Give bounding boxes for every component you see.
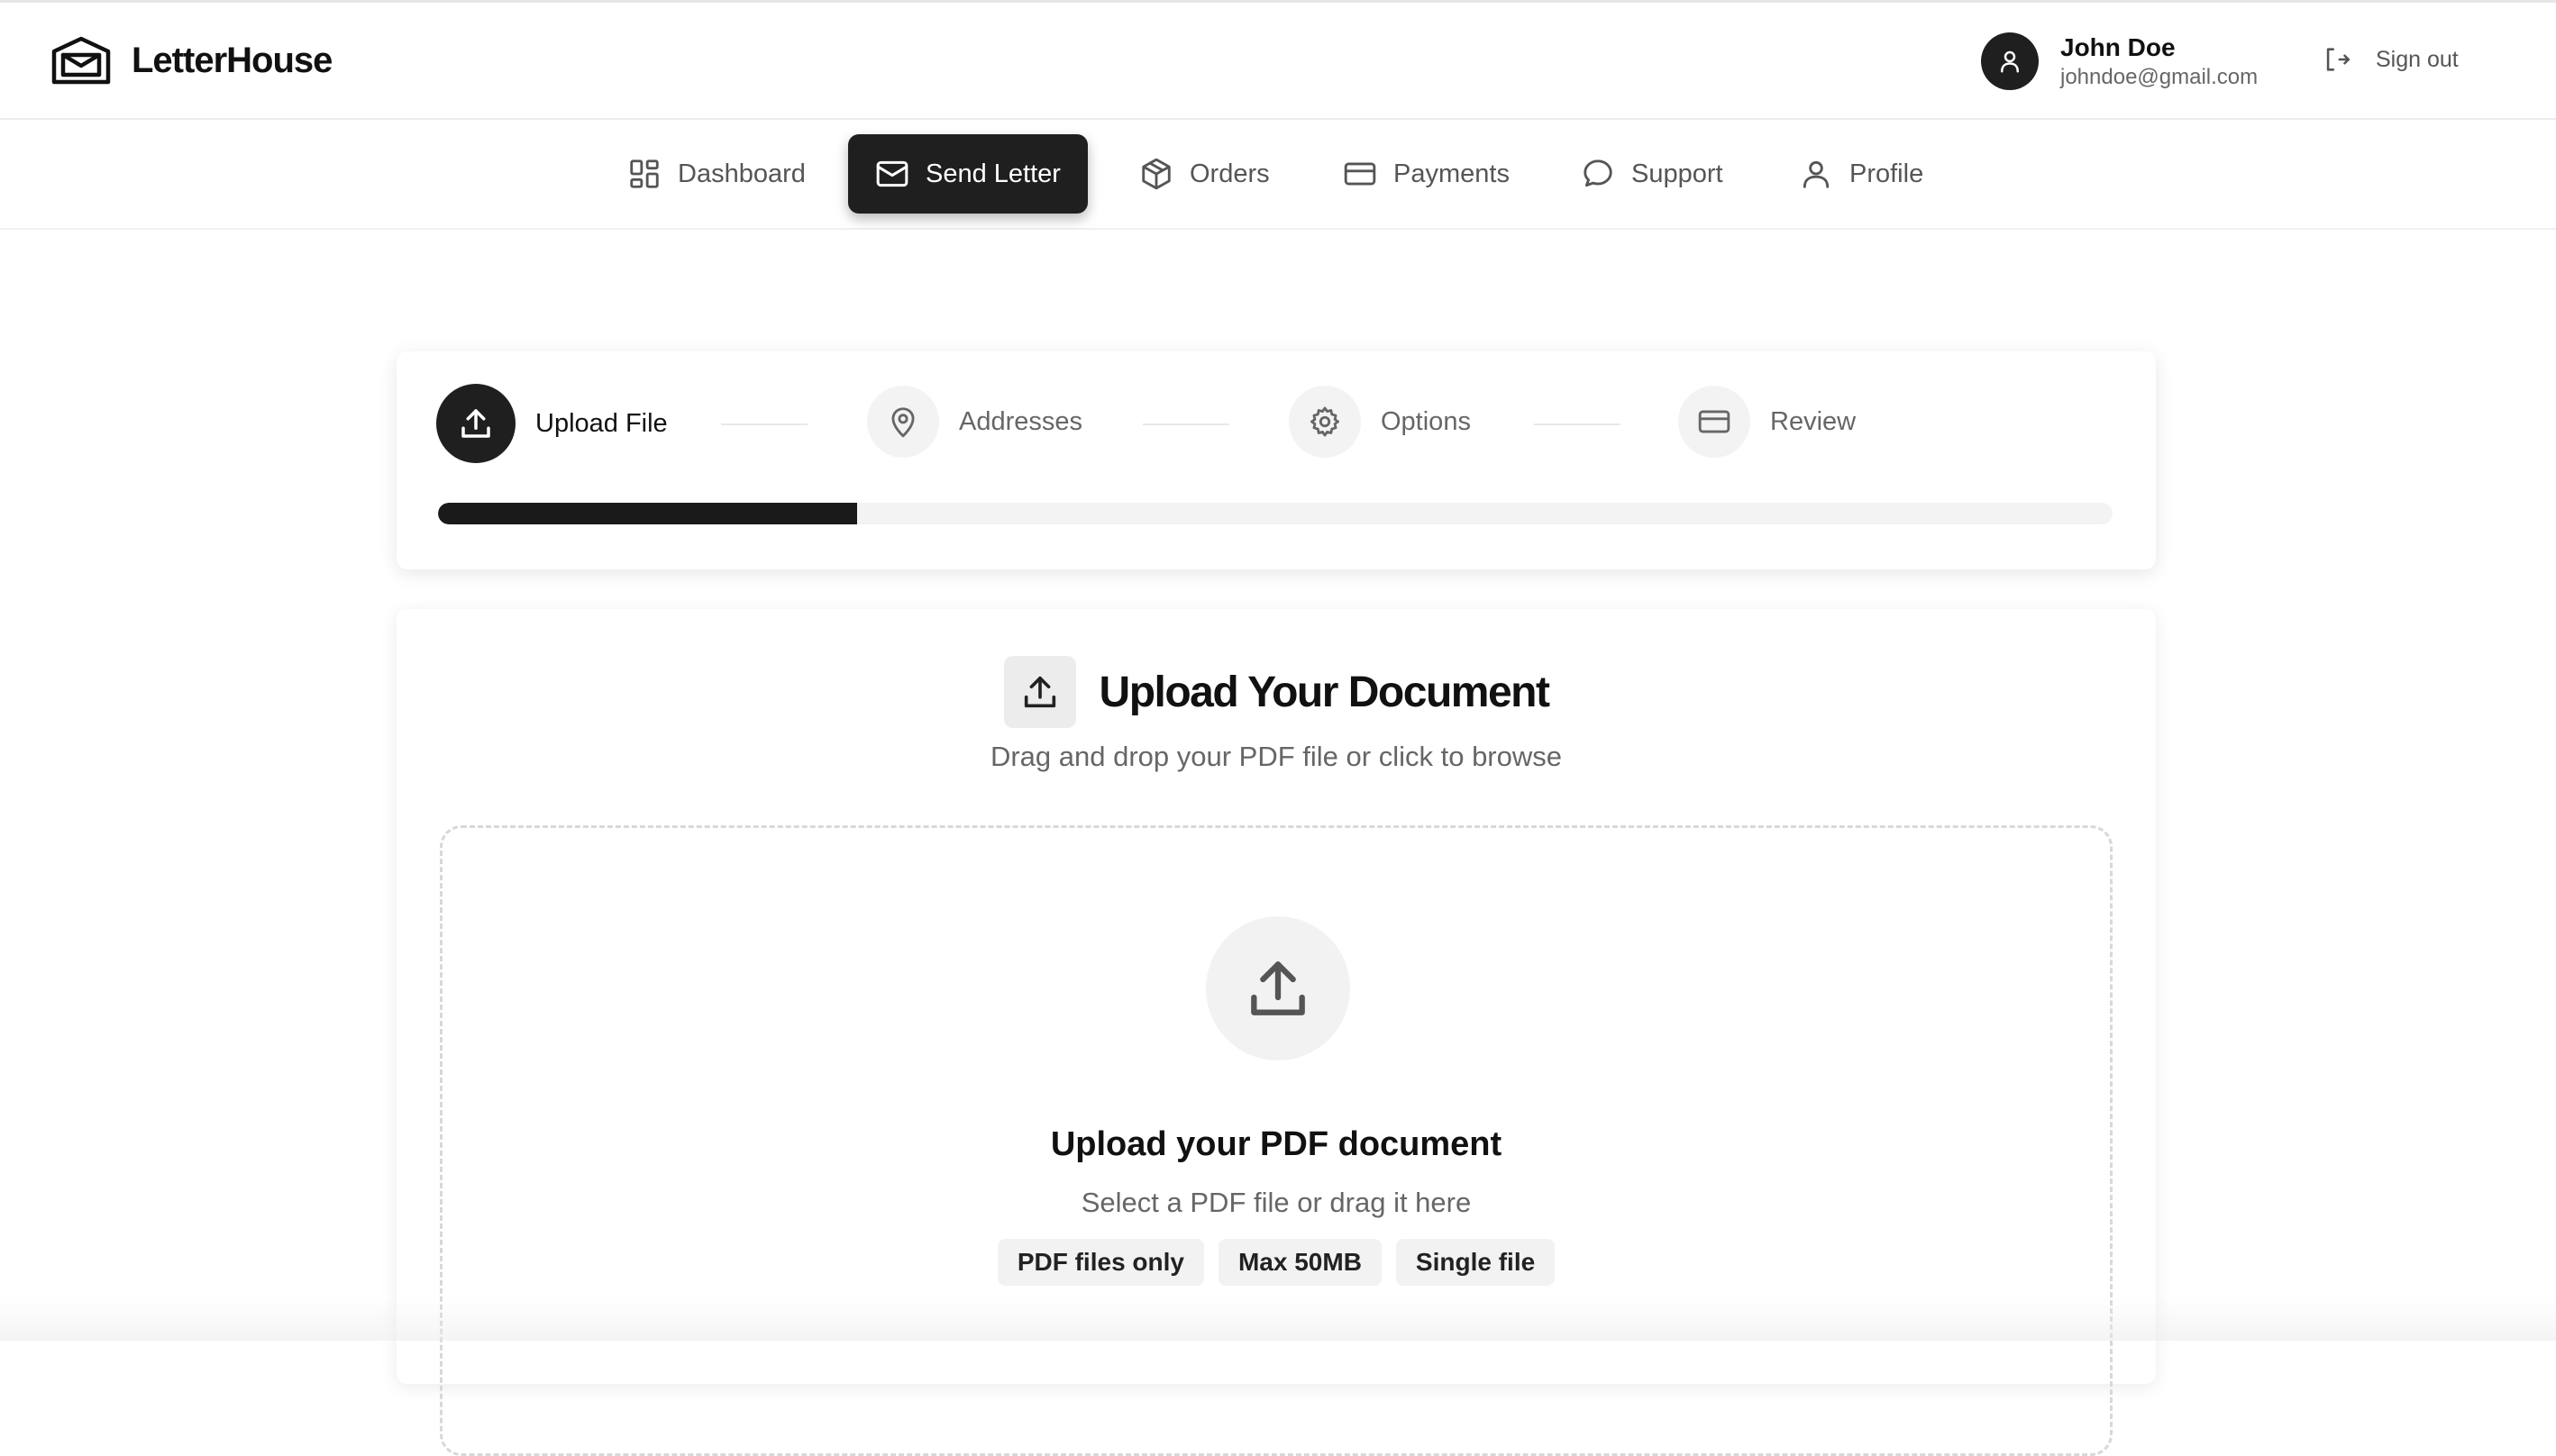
sign-out-button[interactable]: Sign out [2322, 44, 2459, 75]
map-pin-icon [891, 407, 915, 438]
step-options[interactable]: Options [1289, 386, 1471, 458]
chat-bubble-icon [1584, 159, 1612, 187]
nav-item-label: Support [1631, 159, 1723, 188]
dashboard-icon [630, 159, 659, 188]
user-email: johndoe@gmail.com [2060, 65, 2259, 89]
nav-item-profile[interactable]: Profile [1772, 134, 1950, 214]
page-title: Upload Your Document [1099, 668, 1550, 716]
user-menu[interactable]: John Doe johndoe@gmail.com [1981, 32, 2258, 91]
step-label: Upload File [535, 408, 668, 438]
nav-item-support[interactable]: Support [1554, 134, 1750, 214]
app-logo[interactable]: LetterHouse [50, 35, 333, 86]
upload-icon [461, 409, 490, 438]
nav-item-label: Profile [1849, 159, 1924, 188]
dropzone-icon-circle [1206, 916, 1350, 1060]
user-icon [1803, 160, 1830, 188]
mail-icon [876, 160, 908, 187]
app-name: LetterHouse [132, 40, 333, 80]
avatar[interactable] [1981, 32, 2039, 90]
dropzone-title: Upload your PDF document [1050, 1125, 1502, 1163]
nav-item-label: Payments [1393, 159, 1510, 188]
dropzone-subtitle: Select a PDF file or drag it here [1081, 1187, 1472, 1218]
badge-file-count: Single file [1395, 1239, 1556, 1286]
gear-icon [1310, 406, 1339, 437]
user-icon [2001, 50, 2019, 73]
progress-stepper: Upload File Addresses Options Review [397, 351, 2156, 569]
upload-card: Upload Your Document Drag and drop your … [397, 609, 2156, 1456]
sign-out-label: Sign out [2376, 46, 2459, 72]
page-subtitle: Drag and drop your PDF file or click to … [990, 741, 1563, 772]
user-name: John Doe [2060, 33, 2176, 61]
user-info: John Doe johndoe@gmail.com [2060, 32, 2258, 91]
step-indicator [1289, 386, 1361, 458]
step-indicator [436, 384, 516, 463]
step-label: Addresses [959, 406, 1083, 436]
step-label: Review [1770, 406, 1857, 436]
nav-item-label: Send Letter [926, 159, 1061, 188]
nav-item-payments[interactable]: Payments [1316, 134, 1537, 214]
upload-icon [1024, 676, 1055, 708]
step-indicator [867, 386, 939, 458]
package-icon [1142, 158, 1171, 190]
upload-header: Upload Your Document [397, 656, 2156, 728]
step-upload-file[interactable]: Upload File [436, 384, 668, 463]
title-icon-box [1003, 656, 1076, 728]
file-dropzone[interactable]: Upload your PDF document Select a PDF fi… [440, 825, 2113, 1456]
credit-card-icon [1698, 410, 1730, 433]
nav-item-dashboard[interactable]: Dashboard [600, 134, 833, 214]
file-requirements: PDF files only Max 50MB Single file [443, 1239, 2110, 1286]
step-connector [1143, 423, 1229, 425]
badge-file-type: PDF files only [997, 1239, 1204, 1286]
progress-bar [438, 503, 2113, 524]
credit-card-icon [1344, 162, 1376, 186]
badge-max-size: Max 50MB [1218, 1239, 1382, 1286]
step-connector [1534, 423, 1620, 425]
progress-bar-fill [438, 503, 857, 524]
step-indicator [1678, 386, 1750, 458]
step-addresses[interactable]: Addresses [867, 386, 1082, 458]
step-review[interactable]: Review [1678, 386, 1856, 458]
upload-icon [1251, 961, 1305, 1015]
nav-item-label: Dashboard [678, 159, 806, 188]
step-connector [721, 423, 808, 425]
main-nav: Dashboard Send Letter Orders Payments Su… [0, 120, 2556, 230]
app-header: LetterHouse John Doe johndoe@gmail.com S… [0, 3, 2556, 120]
nav-item-send-letter[interactable]: Send Letter [848, 134, 1088, 214]
nav-item-label: Orders [1190, 159, 1270, 188]
nav-item-orders[interactable]: Orders [1112, 134, 1297, 214]
step-label: Options [1381, 406, 1471, 436]
letterhouse-logo-icon [51, 36, 111, 85]
sign-out-icon [2326, 48, 2351, 71]
